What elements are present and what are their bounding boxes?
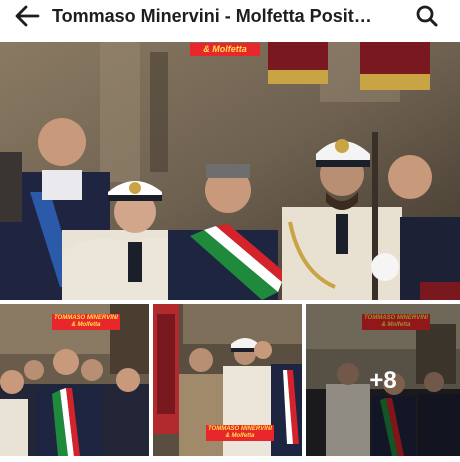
arrow-left-icon bbox=[15, 5, 40, 27]
event-banner: & Molfetta bbox=[190, 43, 260, 56]
event-banner: TOMMASO MINERVINI & Molfetta bbox=[52, 314, 120, 330]
page-title[interactable]: Tommaso Minervini - Molfetta Posit… bbox=[52, 6, 404, 26]
search-button[interactable] bbox=[410, 3, 444, 29]
banner-line: TOMMASO MINERVINI bbox=[208, 426, 272, 432]
more-photos-count[interactable]: +8 bbox=[306, 366, 460, 396]
banner-line: & Molfetta bbox=[225, 433, 255, 439]
app-bar: Tommaso Minervini - Molfetta Posit… bbox=[0, 0, 460, 32]
main-photo[interactable] bbox=[0, 42, 460, 300]
event-banner: TOMMASO MINERVINI & Molfetta bbox=[206, 425, 274, 441]
back-button[interactable] bbox=[12, 3, 42, 29]
procession-photo bbox=[0, 42, 460, 300]
banner-line: & Molfetta bbox=[71, 322, 101, 328]
banner-line: TOMMASO MINERVINI bbox=[54, 315, 118, 321]
search-icon bbox=[416, 5, 438, 27]
